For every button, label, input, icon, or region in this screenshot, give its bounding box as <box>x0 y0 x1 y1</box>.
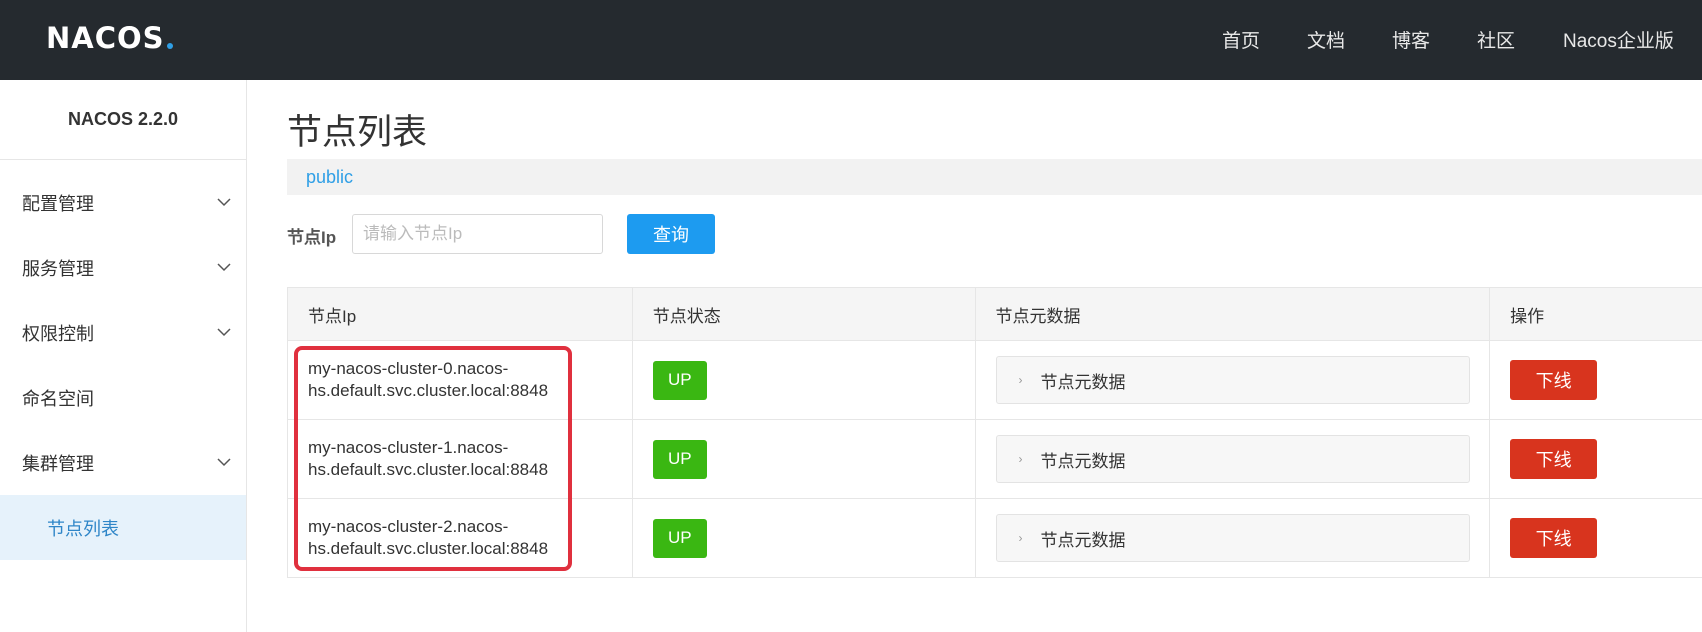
node-ip-cell: my-nacos-cluster-0.nacos-hs.default.svc.… <box>288 341 633 419</box>
sidebar: NACOS 2.2.0 配置管理 服务管理 权限控制 命名空间 集群管理 节点列… <box>0 80 247 632</box>
nacos-logo[interactable]: NACOS <box>46 18 173 58</box>
node-action-cell: 下线 <box>1490 341 1702 419</box>
nav-community[interactable]: 社区 <box>1477 26 1515 53</box>
metadata-label: 节点元数据 <box>1040 372 1126 392</box>
node-ip-line1: my-nacos-cluster-0.nacos- <box>308 359 509 378</box>
chevron-right-icon: › <box>1018 373 1023 387</box>
table-header-row: 节点Ip 节点状态 节点元数据 操作 <box>288 288 1702 341</box>
page-title: 节点列表 <box>287 113 428 152</box>
nav-blog[interactable]: 博客 <box>1392 26 1430 53</box>
node-ip-line2: hs.default.svc.cluster.local:8848 <box>308 381 549 400</box>
sidebar-item-auth[interactable]: 权限控制 <box>0 300 246 365</box>
node-ip-line1: my-nacos-cluster-1.nacos- <box>308 438 509 457</box>
chevron-down-icon <box>217 263 231 272</box>
logo-text: NACOS <box>46 21 165 55</box>
sidebar-item-namespace[interactable]: 命名空间 <box>0 365 246 430</box>
sidebar-item-label: 配置管理 <box>22 193 94 214</box>
node-ip-cell: my-nacos-cluster-1.nacos-hs.default.svc.… <box>288 420 633 498</box>
column-header-status: 节点状态 <box>633 288 976 340</box>
namespace-link-public[interactable]: public <box>306 167 353 188</box>
column-header-action: 操作 <box>1510 306 1545 326</box>
status-badge: UP <box>652 518 707 558</box>
offline-button[interactable]: 下线 <box>1510 518 1598 558</box>
sidebar-item-label: 权限控制 <box>22 323 94 344</box>
column-header-metadata: 节点元数据 <box>976 288 1491 340</box>
table-row: my-nacos-cluster-2.nacos-hs.default.svc.… <box>288 499 1702 578</box>
offline-button[interactable]: 下线 <box>1510 439 1598 479</box>
top-header: NACOS 首页 文档 博客 社区 Nacos企业版 <box>0 0 1702 80</box>
main-content: 节点列表 public 节点Ip 查询 节点Ip 节点状态 节点元数据 操作 m… <box>287 80 1702 632</box>
node-status-cell: UP <box>633 341 976 419</box>
logo-dot-icon <box>166 43 173 49</box>
sidebar-subitem-node-list[interactable]: 节点列表 <box>0 495 246 560</box>
search-label: 节点Ip <box>287 228 337 247</box>
sidebar-item-cluster[interactable]: 集群管理 <box>0 430 246 495</box>
column-header-ip: 节点Ip <box>288 288 633 340</box>
status-badge: UP <box>652 439 707 479</box>
sidebar-item-label: 服务管理 <box>22 258 94 279</box>
node-metadata-cell: › 节点元数据 <box>976 499 1491 577</box>
metadata-expander[interactable]: › 节点元数据 <box>995 514 1470 562</box>
nav-home[interactable]: 首页 <box>1222 26 1260 53</box>
table-row: my-nacos-cluster-1.nacos-hs.default.svc.… <box>288 420 1702 499</box>
node-action-cell: 下线 <box>1490 420 1702 498</box>
sidebar-item-label: 命名空间 <box>22 388 94 409</box>
sidebar-item-label: 集群管理 <box>22 453 94 474</box>
chevron-down-icon <box>217 198 231 207</box>
node-metadata-cell: › 节点元数据 <box>976 341 1491 419</box>
sidebar-item-config[interactable]: 配置管理 <box>0 170 246 235</box>
node-ip-line1: my-nacos-cluster-2.nacos- <box>308 517 509 536</box>
node-ip-line2: hs.default.svc.cluster.local:8848 <box>308 460 549 479</box>
node-ip-search-input[interactable] <box>352 214 603 254</box>
chevron-down-icon <box>217 328 231 337</box>
metadata-label: 节点元数据 <box>1040 451 1126 471</box>
node-action-cell: 下线 <box>1490 499 1702 577</box>
metadata-label: 节点元数据 <box>1040 530 1126 550</box>
sidebar-item-service[interactable]: 服务管理 <box>0 235 246 300</box>
metadata-expander[interactable]: › 节点元数据 <box>995 435 1470 483</box>
namespace-bar: public <box>287 159 1702 195</box>
metadata-expander[interactable]: › 节点元数据 <box>995 356 1470 404</box>
node-ip-line2: hs.default.svc.cluster.local:8848 <box>308 539 549 558</box>
sidebar-version-title: NACOS 2.2.0 <box>0 80 246 160</box>
node-table: 节点Ip 节点状态 节点元数据 操作 my-nacos-cluster-0.na… <box>287 287 1702 578</box>
status-badge: UP <box>652 360 707 400</box>
chevron-down-icon <box>217 458 231 467</box>
nav-enterprise[interactable]: Nacos企业版 <box>1563 26 1674 53</box>
node-status-cell: UP <box>633 420 976 498</box>
query-button[interactable]: 查询 <box>627 214 715 254</box>
node-metadata-cell: › 节点元数据 <box>976 420 1491 498</box>
table-row: my-nacos-cluster-0.nacos-hs.default.svc.… <box>288 341 1702 420</box>
chevron-right-icon: › <box>1018 452 1023 466</box>
offline-button[interactable]: 下线 <box>1510 360 1598 400</box>
nav-docs[interactable]: 文档 <box>1307 26 1345 53</box>
chevron-right-icon: › <box>1018 531 1023 545</box>
node-ip-cell: my-nacos-cluster-2.nacos-hs.default.svc.… <box>288 499 633 577</box>
node-status-cell: UP <box>633 499 976 577</box>
